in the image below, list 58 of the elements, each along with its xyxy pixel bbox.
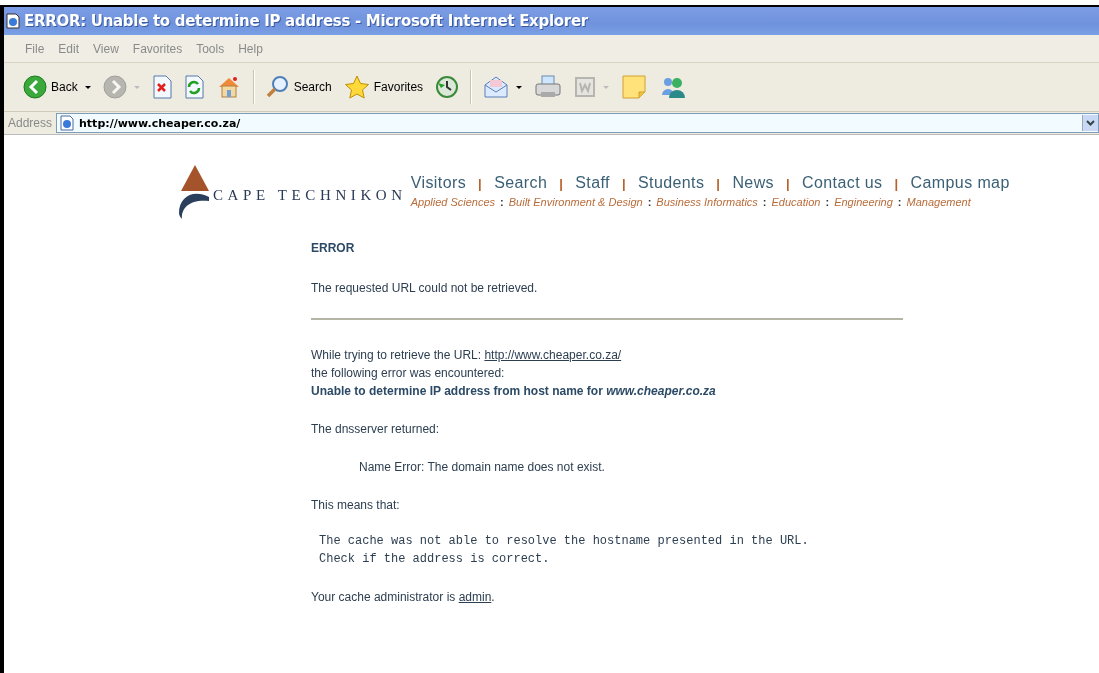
dropdown-button[interactable] (1082, 115, 1098, 131)
page-icon (59, 115, 76, 131)
refresh-icon (183, 75, 204, 99)
nav-link[interactable]: Visitors (410, 174, 467, 192)
explanation-text: The cache was not able to resolve the hostname presented in the URL. Check if the address is correct. (318, 533, 810, 568)
nav-link[interactable]: Staff (575, 174, 610, 192)
search-icon (265, 75, 290, 99)
nav-separator: | (716, 175, 721, 191)
means-label: This means that: (311, 497, 401, 514)
address-field[interactable]: http://www.cheaper.co.za/ (56, 113, 1099, 133)
url-link[interactable]: http://www.cheaper.co.za/ (484, 348, 622, 362)
faculty-link[interactable]: Engineering (834, 196, 893, 208)
faculty-separator: : (500, 196, 504, 208)
admin-text: Your cache administrator is admin. (311, 589, 496, 606)
back-button[interactable]: Back (18, 72, 96, 102)
page-icon (6, 13, 20, 29)
faculty-link[interactable]: Built Environment & Design (508, 196, 643, 208)
window-title: ERROR: Unable to determine IP address - Microsoft Internet Explorer (24, 12, 588, 30)
faculty-separator: : (647, 196, 652, 208)
nav-link[interactable]: Campus map (910, 174, 1010, 192)
stop-icon (151, 75, 172, 99)
document-icon (574, 76, 597, 98)
nav-link[interactable]: Search (494, 174, 548, 192)
faculty-link[interactable]: Business Informatics (656, 196, 758, 208)
favorites-button[interactable]: Favorites (338, 72, 429, 102)
nav-separator: | (478, 175, 483, 191)
nav-separator: | (559, 175, 564, 191)
nav-separator: | (894, 175, 899, 191)
faculty-link[interactable]: Applied Sciences (410, 196, 496, 208)
error-heading: ERROR (311, 240, 356, 257)
nav-link[interactable]: News (732, 174, 774, 192)
chevron-icon (1086, 120, 1095, 126)
printer-icon (534, 75, 563, 99)
nav-link[interactable]: Contact us (802, 174, 883, 192)
forward-icon (102, 75, 127, 99)
envelope-icon (483, 75, 510, 99)
search-button[interactable]: Search (260, 72, 337, 102)
back-icon (23, 75, 47, 99)
nav-link[interactable]: Students (637, 174, 705, 192)
address-label: Address (8, 116, 53, 130)
retrieve-text: While trying to retrieve the URL: http://www.cheaper.co.za/ (311, 347, 623, 364)
error-text: the following error was encountered: (311, 365, 506, 382)
dns-label: The dnsserver returned: (311, 421, 441, 438)
dns-message: Name Error: The domain name does not exist. (358, 459, 606, 476)
faculty-link[interactable]: Education (771, 196, 821, 208)
faculty-link[interactable]: Management (906, 196, 971, 208)
clock-icon (435, 75, 460, 99)
logo-text: CAPE TECHNIKON (213, 186, 407, 204)
faculty-separator: : (762, 196, 767, 208)
nav-separator: | (786, 175, 791, 191)
error-summary: The requested URL could not be retrieved. (311, 280, 539, 297)
nav-separator: | (621, 175, 626, 191)
star-icon (343, 75, 370, 99)
faculty-separator: : (897, 196, 902, 208)
people-icon (659, 75, 688, 99)
note-icon (621, 74, 648, 100)
faculty-separator: : (825, 196, 830, 208)
error-message: Unable to determine IP address from host name for www.cheaper.co.za (311, 383, 717, 400)
